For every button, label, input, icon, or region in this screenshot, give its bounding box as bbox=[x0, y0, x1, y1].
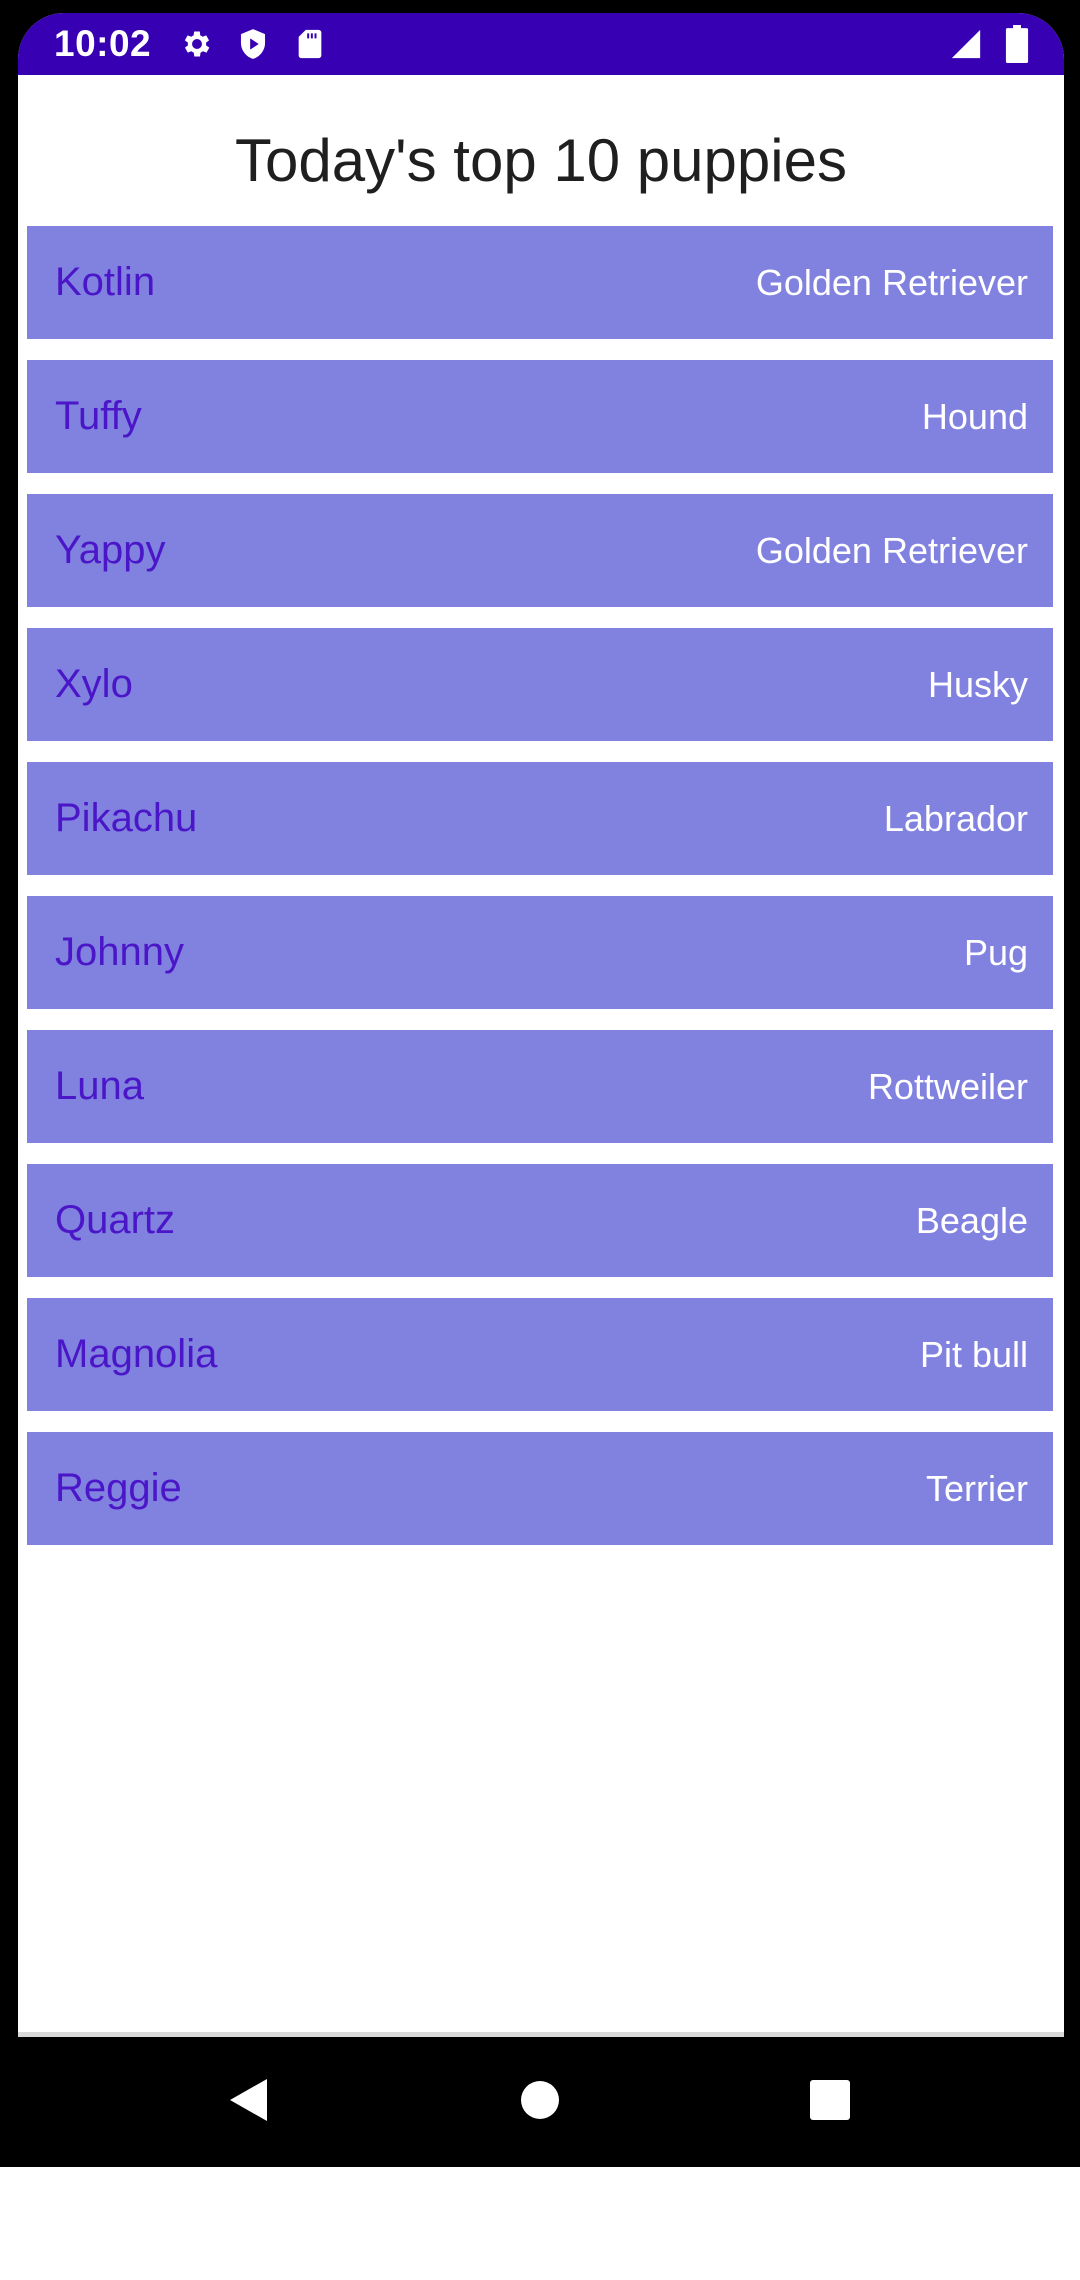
puppy-name: Quartz bbox=[55, 1198, 176, 1242]
battery-icon bbox=[1005, 25, 1029, 63]
gear-icon bbox=[184, 31, 210, 57]
app-screen: 10:02 Today's top 10 puppies Kotlin Gold… bbox=[18, 13, 1064, 2037]
puppy-list-item[interactable]: Xylo Husky bbox=[27, 628, 1053, 741]
puppy-list-item[interactable]: Magnolia Pit bull bbox=[27, 1298, 1053, 1411]
puppy-name: Yappy bbox=[55, 528, 166, 572]
status-bar: 10:02 bbox=[18, 13, 1064, 75]
puppy-name: Johnny bbox=[55, 930, 184, 974]
puppy-breed: Pug bbox=[963, 932, 1028, 973]
puppy-name: Magnolia bbox=[55, 1332, 218, 1376]
phone-frame: 10:02 Today's top 10 puppies Kotlin Gold… bbox=[0, 0, 1080, 2167]
home-icon[interactable] bbox=[519, 2079, 561, 2121]
screen-divider bbox=[18, 2032, 1064, 2037]
puppy-list-item[interactable]: Quartz Beagle bbox=[27, 1164, 1053, 1277]
puppy-name: Tuffy bbox=[55, 394, 142, 438]
puppy-list-item[interactable]: Reggie Terrier bbox=[27, 1432, 1053, 1545]
puppy-name: Reggie bbox=[55, 1466, 182, 1510]
stage: 10:02 Today's top 10 puppies Kotlin Gold… bbox=[0, 0, 1080, 2280]
puppy-breed: Beagle bbox=[915, 1200, 1028, 1241]
back-icon[interactable] bbox=[227, 2077, 269, 2123]
puppy-list-item[interactable]: Yappy Golden Retriever bbox=[27, 494, 1053, 607]
puppy-breed: Labrador bbox=[883, 798, 1028, 839]
puppy-name: Xylo bbox=[55, 662, 133, 706]
puppy-name: Pikachu bbox=[55, 796, 198, 840]
puppy-breed: Rottweiler bbox=[867, 1066, 1028, 1107]
recents-icon[interactable] bbox=[809, 2079, 851, 2121]
puppy-list-item[interactable]: Tuffy Hound bbox=[27, 360, 1053, 473]
page-title: Today's top 10 puppies bbox=[235, 127, 847, 194]
status-time: 10:02 bbox=[54, 23, 152, 64]
puppy-breed: Terrier bbox=[925, 1468, 1028, 1509]
puppy-breed: Husky bbox=[927, 664, 1028, 705]
puppy-list-item[interactable]: Johnny Pug bbox=[27, 896, 1053, 1009]
puppy-breed: Golden Retriever bbox=[755, 530, 1028, 571]
puppy-name: Luna bbox=[55, 1064, 144, 1108]
sd-card-icon bbox=[298, 29, 322, 59]
puppy-breed: Golden Retriever bbox=[755, 262, 1028, 303]
shield-icon bbox=[240, 29, 266, 59]
puppy-list-item[interactable]: Kotlin Golden Retriever bbox=[27, 226, 1053, 339]
puppy-list: Kotlin Golden Retriever Tuffy Hound Yappy Gol… bbox=[27, 226, 1053, 1566]
puppy-breed: Pit bull bbox=[919, 1334, 1028, 1375]
puppy-list-item[interactable]: Luna Rottweiler bbox=[27, 1030, 1053, 1143]
puppy-breed: Hound bbox=[921, 396, 1028, 437]
puppy-name: Kotlin bbox=[55, 260, 156, 304]
puppy-list-item[interactable]: Pikachu Labrador bbox=[27, 762, 1053, 875]
signal-icon bbox=[951, 29, 981, 59]
